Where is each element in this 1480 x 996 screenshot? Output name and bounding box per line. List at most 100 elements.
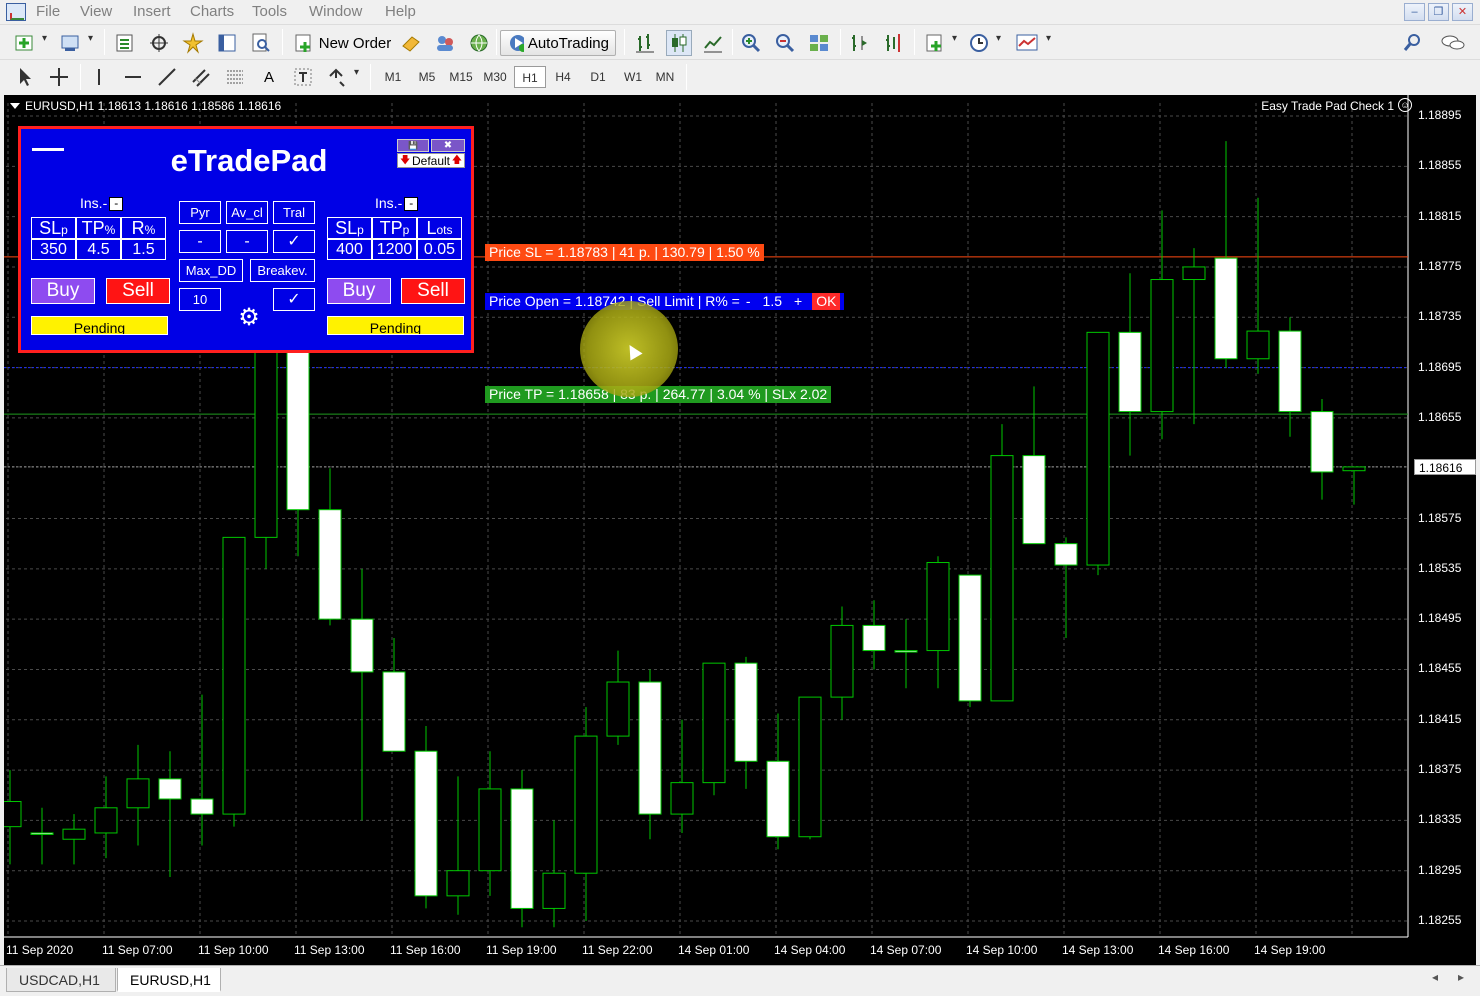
menu-file[interactable]: File — [36, 3, 60, 20]
crosshair-tool[interactable] — [46, 64, 72, 90]
close-button[interactable]: ✕ — [1452, 3, 1473, 21]
zoom-out-button[interactable] — [772, 30, 798, 56]
timeframe-mn[interactable]: MN — [649, 66, 681, 88]
cursor-tool[interactable] — [12, 64, 38, 90]
tab-eurusd-h1[interactable]: EURUSD,H1 — [117, 968, 221, 992]
text-tool[interactable]: A — [256, 64, 282, 90]
right-sell-button[interactable]: Sell — [401, 278, 465, 304]
stop-loss-label[interactable]: Price SL = 1.18783 | 41 p. | 130.79 | 1.… — [485, 244, 764, 261]
left-sl-input[interactable]: 350 — [31, 239, 76, 260]
risk-decrease-button[interactable]: - — [746, 293, 751, 310]
take-profit-label[interactable]: Price TP = 1.18658 | 83 p. | 264.77 | 3.… — [485, 386, 832, 403]
tabs-scroll-right-icon[interactable]: ▸ — [1458, 970, 1464, 984]
right-tp-input[interactable]: 1200 — [372, 239, 417, 260]
minimize-button[interactable]: – — [1404, 3, 1425, 21]
confirm-order-button[interactable]: OK — [812, 293, 841, 310]
timeframe-h1[interactable]: H1 — [514, 66, 546, 88]
menu-tools[interactable]: Tools — [252, 3, 287, 20]
price-tick-label: 1.18415 — [1418, 711, 1462, 726]
right-pending-button[interactable]: Pending — [327, 316, 464, 335]
panel-close-button[interactable]: ✖ — [431, 139, 465, 152]
market-button[interactable] — [466, 30, 492, 56]
open-price-label[interactable]: Price Open = 1.18742 | Sell Limit | R% =… — [485, 293, 845, 310]
time-tick-label: 14 Sep 07:00 — [870, 943, 942, 957]
left-pending-button[interactable]: Pending — [31, 316, 168, 335]
market-watch-button[interactable] — [112, 30, 138, 56]
new-chart-button[interactable] — [12, 30, 47, 56]
breakeven-checkmark[interactable]: ✓ — [273, 288, 315, 311]
left-buy-button[interactable]: Buy — [31, 278, 95, 304]
timeframe-w1[interactable]: W1 — [617, 66, 649, 88]
timeframe-h4[interactable]: H4 — [547, 66, 579, 88]
average-close-toggle[interactable]: Av_cl — [226, 201, 268, 224]
left-risk-input[interactable]: 1.5 — [121, 239, 166, 260]
right-ins-minus-icon[interactable]: - — [404, 197, 419, 211]
chart-shift-button[interactable] — [846, 30, 872, 56]
chat-button[interactable] — [1438, 30, 1468, 56]
timeframe-m1[interactable]: M1 — [377, 66, 409, 88]
pyramid-state[interactable]: - — [179, 230, 221, 253]
equidistant-channel-tool[interactable] — [188, 64, 214, 90]
menu-view[interactable]: View — [80, 3, 112, 20]
candle-body — [1022, 455, 1046, 545]
right-instant-toggle[interactable]: Ins.- - — [375, 195, 419, 211]
search-button[interactable] — [1400, 30, 1426, 56]
left-ins-minus-icon[interactable]: - — [109, 197, 124, 211]
new-order-button[interactable]: New Order — [290, 30, 394, 56]
menu-help[interactable]: Help — [385, 3, 416, 20]
strategy-tester-button[interactable] — [248, 30, 274, 56]
timeframe-d1[interactable]: D1 — [582, 66, 614, 88]
text-label-tool[interactable] — [290, 64, 316, 90]
templates-button[interactable] — [1012, 30, 1051, 56]
autotrading-button[interactable]: AutoTrading — [500, 30, 616, 56]
terminal-button[interactable] — [214, 30, 240, 56]
navigator-star-icon — [182, 32, 204, 54]
risk-increase-button[interactable]: + — [794, 293, 802, 310]
smiley-icon[interactable]: ☺ — [1398, 98, 1412, 112]
left-sell-button[interactable]: Sell — [106, 278, 170, 304]
default-settings-button[interactable]: 🡇 Default 🡅 — [397, 153, 465, 168]
timeframe-m15[interactable]: M15 — [445, 66, 477, 88]
indicators-button[interactable] — [922, 30, 957, 56]
tab-usdcad-h1[interactable]: USDCAD,H1 — [6, 968, 116, 992]
menu-charts[interactable]: Charts — [190, 3, 234, 20]
periods-button[interactable] — [966, 30, 1001, 56]
settings-gear-icon[interactable]: ⚙ — [236, 305, 262, 331]
pyramid-toggle[interactable]: Pyr — [179, 201, 221, 224]
fibonacci-tool[interactable] — [222, 64, 248, 90]
navigator-button[interactable] — [180, 30, 206, 56]
profiles-button[interactable] — [58, 30, 93, 56]
zoom-in-button[interactable] — [738, 30, 764, 56]
right-buy-button[interactable]: Buy — [327, 278, 391, 304]
timeframe-m30[interactable]: M30 — [479, 66, 511, 88]
save-settings-button[interactable]: 💾 — [397, 139, 429, 152]
autoscroll-button[interactable] — [880, 30, 906, 56]
line-chart-button[interactable] — [700, 30, 726, 56]
right-sl-input[interactable]: 400 — [327, 239, 372, 260]
menu-insert[interactable]: Insert — [133, 3, 171, 20]
candle-body — [62, 828, 86, 840]
data-window-button[interactable] — [146, 30, 172, 56]
arrows-tool[interactable] — [324, 64, 359, 90]
restore-button[interactable]: ❐ — [1428, 3, 1449, 21]
trailing-toggle[interactable]: Tral — [273, 201, 315, 224]
vertical-line-tool[interactable] — [86, 64, 112, 90]
people-icon — [437, 36, 453, 51]
tabs-scroll-left-icon[interactable]: ◂ — [1432, 970, 1438, 984]
menu-window[interactable]: Window — [309, 3, 362, 20]
bar-chart-button[interactable] — [632, 30, 658, 56]
chart-window[interactable]: EURUSD,H1 1.18613 1.18616 1.18586 1.1861… — [4, 95, 1476, 965]
candlestick-chart-button[interactable] — [666, 30, 692, 56]
tile-windows-button[interactable] — [806, 30, 832, 56]
left-tp-input[interactable]: 4.5 — [76, 239, 121, 260]
max-drawdown-input[interactable]: 10 — [179, 288, 221, 311]
right-lots-input[interactable]: 0.05 — [417, 239, 462, 260]
average-close-state[interactable]: - — [226, 230, 268, 253]
trailing-checkmark[interactable]: ✓ — [273, 230, 315, 253]
community-button[interactable] — [432, 30, 458, 56]
timeframe-m5[interactable]: M5 — [411, 66, 443, 88]
metaeditor-button[interactable] — [398, 30, 424, 56]
horizontal-line-tool[interactable] — [120, 64, 146, 90]
left-instant-toggle[interactable]: Ins.- - — [80, 195, 124, 211]
trendline-tool[interactable] — [154, 64, 180, 90]
